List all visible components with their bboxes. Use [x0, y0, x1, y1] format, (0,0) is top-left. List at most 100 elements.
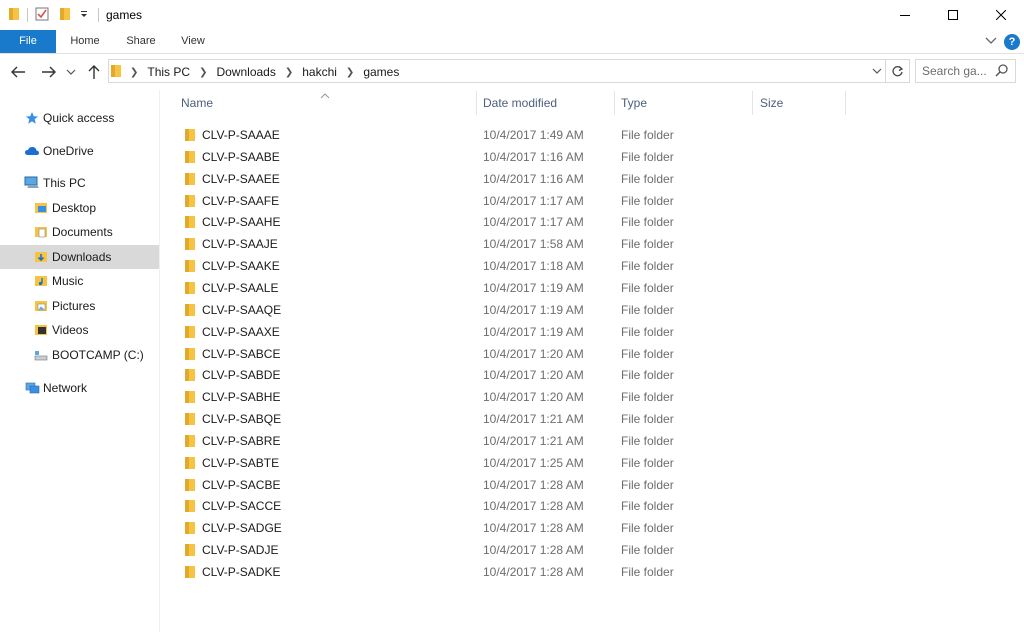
column-header-type[interactable]: Type: [621, 91, 746, 115]
file-name: CLV-P-SADGE: [202, 521, 282, 536]
sidebar-item-network[interactable]: Network: [0, 376, 159, 400]
breadcrumb-games[interactable]: games: [363, 65, 399, 79]
folder-icon: [184, 303, 196, 320]
table-row[interactable]: CLV-P-SAAFE 10/4/2017 1:17 AM File folder: [176, 190, 676, 212]
file-type: File folder: [621, 346, 674, 361]
breadcrumb-chevron-icon[interactable]: ❯: [199, 67, 207, 78]
column-divider[interactable]: [752, 91, 753, 115]
sidebar-item-videos[interactable]: Videos: [0, 318, 159, 342]
tab-home[interactable]: Home: [60, 30, 110, 53]
file-date-modified: 10/4/2017 1:28 AM: [483, 543, 584, 558]
sidebar-item-onedrive[interactable]: OneDrive: [0, 139, 159, 163]
refresh-button[interactable]: [886, 59, 910, 83]
file-name: CLV-P-SABHE: [202, 390, 281, 405]
search-icon[interactable]: [995, 64, 1008, 80]
table-row[interactable]: CLV-P-SAAJE 10/4/2017 1:58 AM File folder: [176, 233, 676, 255]
sidebar-item-desktop[interactable]: Desktop: [0, 196, 159, 220]
table-row[interactable]: CLV-P-SABRE 10/4/2017 1:21 AM File folder: [176, 430, 676, 452]
table-row[interactable]: CLV-P-SAALE 10/4/2017 1:19 AM File folder: [176, 277, 676, 299]
search-input[interactable]: Search ga...: [922, 64, 987, 78]
minimize-button[interactable]: [882, 0, 928, 30]
new-folder-icon[interactable]: [59, 7, 71, 24]
sidebar-item-bootcamp-drive[interactable]: BOOTCAMP (C:): [0, 343, 159, 367]
breadcrumb-chevron-icon[interactable]: ❯: [285, 67, 293, 78]
sidebar-item-label: Downloads: [52, 250, 112, 264]
folder-icon: [184, 478, 196, 495]
breadcrumb-downloads[interactable]: Downloads: [216, 65, 275, 79]
sidebar-item-quick-access[interactable]: Quick access: [0, 106, 159, 130]
expand-ribbon-icon[interactable]: [984, 33, 998, 50]
table-row[interactable]: CLV-P-SAAKE 10/4/2017 1:18 AM File folder: [176, 255, 676, 277]
sidebar-item-label: Desktop: [52, 201, 97, 215]
forward-button[interactable]: [39, 62, 59, 82]
help-icon[interactable]: ?: [1004, 34, 1020, 50]
table-row[interactable]: CLV-P-SACBE 10/4/2017 1:28 AM File folder: [176, 474, 676, 496]
maximize-button[interactable]: [930, 0, 976, 30]
sidebar-item-downloads[interactable]: Downloads: [0, 245, 159, 269]
file-date-modified: 10/4/2017 1:28 AM: [483, 499, 584, 514]
file-name: CLV-P-SAALE: [202, 280, 279, 295]
table-row[interactable]: CLV-P-SADKE 10/4/2017 1:28 AM File folder: [176, 561, 676, 583]
breadcrumb-chevron-icon[interactable]: ❯: [346, 67, 354, 78]
sidebar-item-label: Quick access: [43, 111, 115, 125]
table-row[interactable]: CLV-P-SADJE 10/4/2017 1:28 AM File folder: [176, 539, 676, 561]
sidebar-item-music[interactable]: Music: [0, 269, 159, 293]
table-row[interactable]: CLV-P-SAAXE 10/4/2017 1:19 AM File folder: [176, 321, 676, 343]
title-divider: [98, 8, 99, 22]
table-row[interactable]: CLV-P-SACCE 10/4/2017 1:28 AM File folder: [176, 495, 676, 517]
properties-icon[interactable]: [35, 7, 49, 24]
table-row[interactable]: CLV-P-SAAQE 10/4/2017 1:19 AM File folder: [176, 299, 676, 321]
tab-view[interactable]: View: [170, 30, 216, 53]
folder-icon: [184, 325, 196, 342]
column-header-name[interactable]: Name: [181, 91, 471, 115]
file-date-modified: 10/4/2017 1:16 AM: [483, 171, 584, 186]
breadcrumb-this-pc[interactable]: This PC: [147, 65, 190, 79]
file-name: CLV-P-SADKE: [202, 565, 281, 579]
folder-icon: [184, 543, 196, 560]
column-divider[interactable]: [614, 91, 615, 115]
title-bar: games: [0, 0, 1024, 30]
table-row[interactable]: CLV-P-SABCE 10/4/2017 1:20 AM File folder: [176, 343, 676, 365]
sidebar-item-documents[interactable]: Documents: [0, 220, 159, 244]
recent-locations-button[interactable]: [64, 62, 78, 82]
column-header-date[interactable]: Date modified: [483, 91, 608, 115]
customize-toolbar-icon[interactable]: [79, 8, 89, 22]
table-row[interactable]: CLV-P-SABHE 10/4/2017 1:20 AM File folder: [176, 386, 676, 408]
folder-icon: [184, 215, 196, 232]
tab-share[interactable]: Share: [116, 30, 166, 53]
file-type: File folder: [621, 280, 674, 295]
file-date-modified: 10/4/2017 1:19 AM: [483, 280, 584, 295]
back-button[interactable]: [8, 62, 28, 82]
sidebar-item-label: OneDrive: [43, 144, 94, 158]
table-row[interactable]: CLV-P-SAAEE 10/4/2017 1:16 AM File folder: [176, 168, 676, 190]
folder-icon: [184, 172, 196, 189]
file-type: File folder: [621, 215, 674, 230]
column-divider[interactable]: [845, 91, 846, 115]
up-button[interactable]: [84, 62, 104, 82]
table-row[interactable]: CLV-P-SABQE 10/4/2017 1:21 AM File folder: [176, 408, 676, 430]
table-row[interactable]: CLV-P-SADGE 10/4/2017 1:28 AM File folder: [176, 517, 676, 539]
file-type: File folder: [621, 543, 674, 558]
column-header-size[interactable]: Size: [760, 91, 840, 115]
sidebar-item-this-pc[interactable]: This PC: [0, 171, 159, 195]
file-date-modified: 10/4/2017 1:28 AM: [483, 521, 584, 536]
table-row[interactable]: CLV-P-SAAHE 10/4/2017 1:17 AM File folder: [176, 211, 676, 233]
table-row[interactable]: CLV-P-SABDE 10/4/2017 1:20 AM File folder: [176, 364, 676, 386]
folder-icon: [184, 456, 196, 473]
file-type: File folder: [621, 302, 674, 317]
file-name: CLV-P-SABTE: [202, 455, 280, 470]
sidebar-item-pictures[interactable]: Pictures: [0, 294, 159, 318]
table-row[interactable]: CLV-P-SAABE 10/4/2017 1:16 AM File folder: [176, 146, 676, 168]
sidebar-item-label: Music: [52, 274, 84, 288]
table-row[interactable]: CLV-P-SAAAE 10/4/2017 1:49 AM File folder: [176, 124, 676, 146]
column-divider[interactable]: [476, 91, 477, 115]
address-dropdown-icon[interactable]: [870, 64, 884, 78]
breadcrumb-hakchi[interactable]: hakchi: [302, 65, 337, 79]
folder-icon: [184, 194, 196, 211]
sidebar-item-label: Videos: [52, 323, 89, 337]
sidebar-item-label: BOOTCAMP (C:): [52, 348, 144, 362]
table-row[interactable]: CLV-P-SABTE 10/4/2017 1:25 AM File folder: [176, 452, 676, 474]
close-button[interactable]: [978, 0, 1024, 30]
tab-file[interactable]: File: [0, 30, 56, 53]
breadcrumb-chevron-icon[interactable]: ❯: [130, 67, 138, 78]
